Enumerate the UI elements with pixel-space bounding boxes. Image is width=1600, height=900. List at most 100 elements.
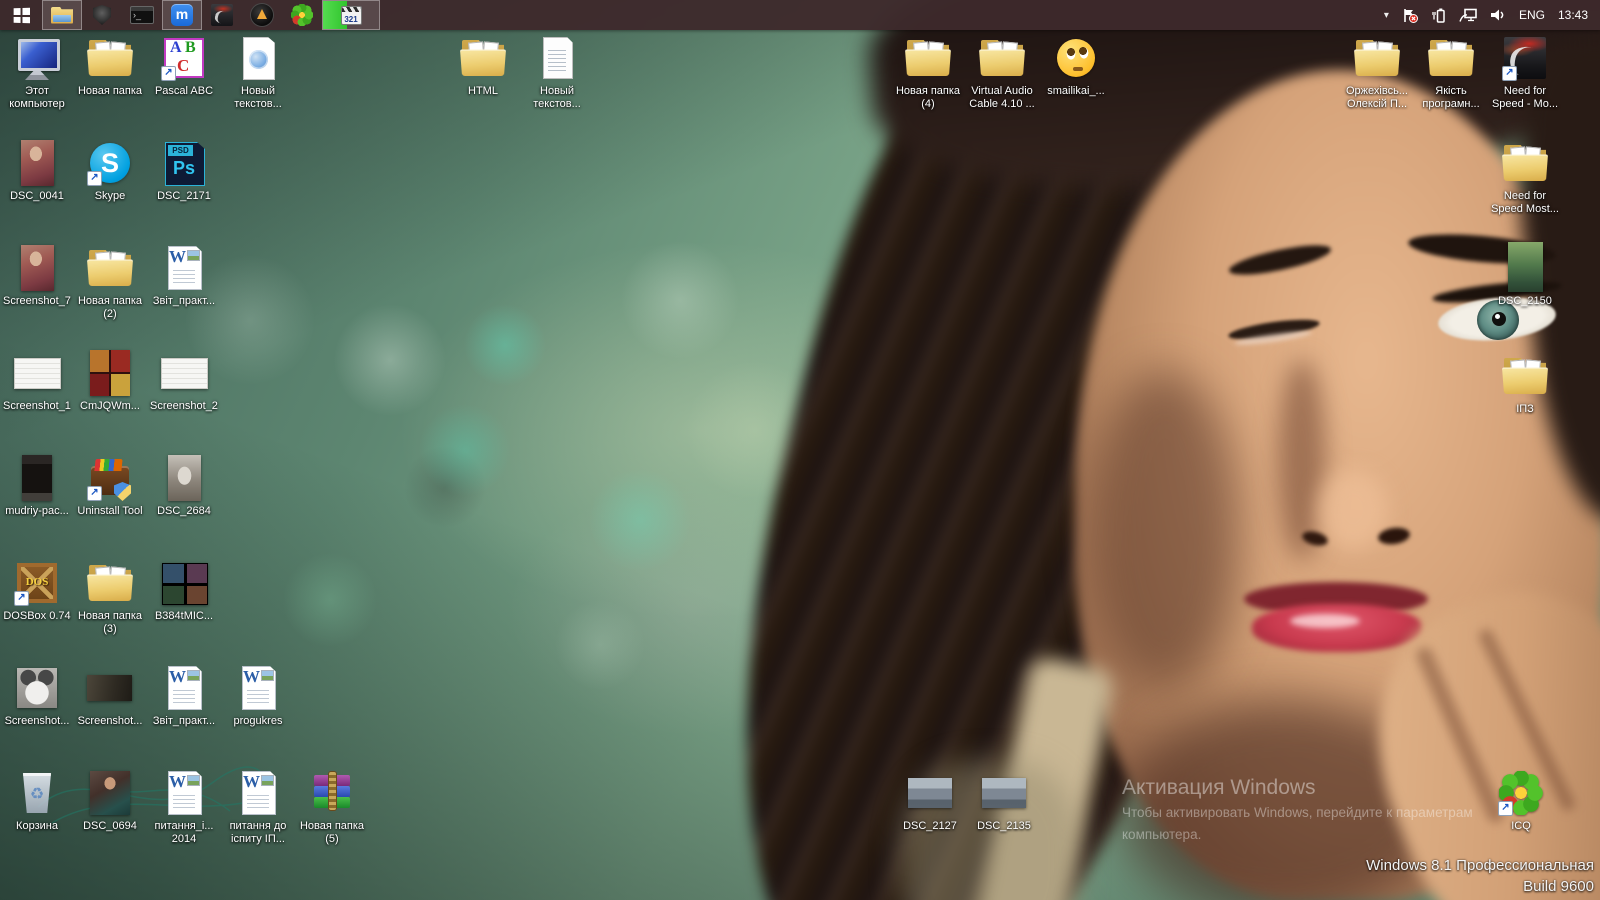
desktop-icon-32[interactable]: WЗвіт_практ... bbox=[147, 664, 221, 728]
taskbar-button-icq[interactable] bbox=[282, 0, 322, 30]
desktop-icon-label: Новая папка (5) bbox=[295, 820, 369, 846]
desktop-icon-label: Якість програмн... bbox=[1414, 85, 1488, 111]
folder-icon bbox=[1353, 34, 1401, 82]
shortcut-arrow-icon: ↗ bbox=[1498, 801, 1513, 816]
desktop-icon-41[interactable]: ↗ ICQ bbox=[1484, 769, 1558, 833]
dosbox-icon: ↗ bbox=[13, 559, 61, 607]
taskbar-button-need-for-speed[interactable] bbox=[202, 0, 242, 30]
desktop-icon-28[interactable]: Новая папка (3) bbox=[73, 559, 147, 636]
desktop-icon-3[interactable]: Новый текстов... bbox=[221, 34, 295, 111]
desktop-icon-39[interactable]: DSC_2127 bbox=[893, 769, 967, 833]
desktop-icon-9[interactable]: Оржехівсь... Олексій П... bbox=[1340, 34, 1414, 111]
desktop-icon-17[interactable]: Новая папка (2) bbox=[73, 244, 147, 321]
desktop-icon-7[interactable]: Virtual Audio Cable 4.10 ... bbox=[965, 34, 1039, 111]
desktop-icon-26[interactable]: DSC_2684 bbox=[147, 454, 221, 518]
desktop-icon-6[interactable]: Новая папка (4) bbox=[891, 34, 965, 111]
clock[interactable]: 13:43 bbox=[1558, 8, 1588, 22]
desktop-icon-label: Pascal ABC bbox=[155, 85, 213, 98]
desktop-icon-23[interactable]: ІПЗ bbox=[1488, 352, 1562, 416]
volume-icon[interactable] bbox=[1490, 8, 1506, 22]
desktop-icon-16[interactable]: Screenshot_7 bbox=[0, 244, 74, 308]
desktop-icons-layer: Этот компьютерНовая папкаABC↗Pascal ABCН… bbox=[0, 0, 1600, 900]
photo-icon bbox=[906, 769, 954, 817]
desktop-icon-33[interactable]: Wprogukres bbox=[221, 664, 295, 728]
media-player-classic-icon bbox=[341, 6, 362, 25]
icq-flower-icon: ↗ bbox=[1497, 769, 1545, 817]
desktop-icon-25[interactable]: ↗Uninstall Tool bbox=[73, 454, 147, 518]
desktop-icon-5[interactable]: Новый текстов... bbox=[520, 34, 594, 111]
desktop-icon-1[interactable]: Новая папка bbox=[73, 34, 147, 98]
rar-icon bbox=[308, 769, 356, 817]
taskbar-button-media-player-classic[interactable] bbox=[322, 0, 380, 30]
desktop-icon-22[interactable]: Screenshot_2 bbox=[147, 349, 221, 413]
start-button[interactable] bbox=[0, 0, 42, 30]
desktop-icon-2[interactable]: ABC↗Pascal ABC bbox=[147, 34, 221, 98]
photo-icon bbox=[86, 349, 134, 397]
desktop-icon-14[interactable]: PSDPsDSC_2171 bbox=[147, 139, 221, 203]
action-center-flag-icon[interactable] bbox=[1402, 8, 1418, 23]
desktop-icon-20[interactable]: Screenshot_1 bbox=[0, 349, 74, 413]
desktop-icon-label: Звіт_практ... bbox=[153, 715, 215, 728]
desktop-icon-13[interactable]: ↗Skype bbox=[73, 139, 147, 203]
folder-icon bbox=[459, 34, 507, 82]
desktop-icon-38[interactable]: Новая папка (5) bbox=[295, 769, 369, 846]
shortcut-arrow-icon: ↗ bbox=[161, 66, 176, 81]
desktop-icon-11[interactable]: ↗Need for Speed - Mo... bbox=[1488, 34, 1562, 111]
desktop-icon-24[interactable]: mudriy-pac... bbox=[0, 454, 74, 518]
desktop-icon-30[interactable]: Screenshot... bbox=[0, 664, 74, 728]
desktop-icon-label: Новый текстов... bbox=[520, 85, 594, 111]
folder-icon bbox=[86, 244, 134, 292]
desktop-icon-label: B384tMIC... bbox=[155, 610, 213, 623]
desktop-icon-31[interactable]: Screenshot... bbox=[73, 664, 147, 728]
file-explorer-icon bbox=[51, 7, 73, 24]
desktop-icon-label: DSC_2684 bbox=[157, 505, 211, 518]
desktop-icon-label: Screenshot_1 bbox=[3, 400, 71, 413]
desktop-icon-4[interactable]: HTML bbox=[446, 34, 520, 98]
desktop-icon-label: Новая папка (4) bbox=[891, 85, 965, 111]
taskbar-button-world-of-tanks[interactable] bbox=[82, 0, 122, 30]
taskbar-button-command-prompt[interactable] bbox=[122, 0, 162, 30]
icq-icon bbox=[291, 4, 313, 26]
folder-icon bbox=[86, 34, 134, 82]
desktop-icon-37[interactable]: Wпитання до іспиту ІП... bbox=[221, 769, 295, 846]
desktop-icon-21[interactable]: CmJQWm... bbox=[73, 349, 147, 413]
desktop-icon-19[interactable]: DSC_2150 bbox=[1488, 244, 1562, 308]
desktop-icon-40[interactable]: DSC_2135 bbox=[967, 769, 1041, 833]
desktop-icon-27[interactable]: ↗DOSBox 0.74 bbox=[0, 559, 74, 623]
desktop-icon-12[interactable]: DSC_0041 bbox=[0, 139, 74, 203]
desktop-icon-label: CmJQWm... bbox=[80, 400, 140, 413]
network-icon[interactable] bbox=[1459, 8, 1477, 22]
need-for-speed-icon bbox=[211, 4, 233, 26]
photo-icon bbox=[1501, 244, 1549, 292]
desktop-icon-35[interactable]: DSC_0694 bbox=[73, 769, 147, 833]
desktop-icon-8[interactable]: smailikai_... bbox=[1039, 34, 1113, 98]
shortcut-arrow-icon: ↗ bbox=[1502, 66, 1517, 81]
skype-icon: ↗ bbox=[86, 139, 134, 187]
language-indicator[interactable]: ENG bbox=[1519, 8, 1545, 22]
photo-icon bbox=[160, 559, 208, 607]
taskbar-button-maxthon-browser[interactable] bbox=[162, 0, 202, 30]
desktop-icon-10[interactable]: Якість програмн... bbox=[1414, 34, 1488, 111]
desktop-icon-label: Need for Speed Most... bbox=[1488, 190, 1562, 216]
photo-icon bbox=[13, 664, 61, 712]
desktop-icon-0[interactable]: Этот компьютер bbox=[0, 34, 74, 111]
desktop-icon-label: ICQ bbox=[1511, 820, 1531, 833]
desktop-icon-label: DSC_2150 bbox=[1498, 295, 1552, 308]
folder-icon bbox=[904, 34, 952, 82]
desktop-icon-29[interactable]: B384tMIC... bbox=[147, 559, 221, 623]
power-battery-icon[interactable] bbox=[1431, 8, 1446, 23]
command-prompt-icon bbox=[130, 6, 154, 24]
desktop-icon-36[interactable]: Wпитання_і... 2014 bbox=[147, 769, 221, 846]
desktop-icon-label: DSC_0041 bbox=[10, 190, 64, 203]
desktop-icon-34[interactable]: Корзина bbox=[0, 769, 74, 833]
nfs-icon: ↗ bbox=[1501, 34, 1549, 82]
taskbar-button-aimp-player[interactable] bbox=[242, 0, 282, 30]
photo-icon bbox=[980, 769, 1028, 817]
taskbar-button-file-explorer[interactable] bbox=[42, 0, 82, 30]
hidden-icons-chevron-icon[interactable]: ▾ bbox=[1384, 10, 1389, 21]
desktop-icon-18[interactable]: WЗвіт_практ... bbox=[147, 244, 221, 308]
shortcut-arrow-icon: ↗ bbox=[87, 486, 102, 501]
desktop-icon-15[interactable]: Need for Speed Most... bbox=[1488, 139, 1562, 216]
folder-icon bbox=[86, 559, 134, 607]
desktop-icon-label: Оржехівсь... Олексій П... bbox=[1340, 85, 1414, 111]
